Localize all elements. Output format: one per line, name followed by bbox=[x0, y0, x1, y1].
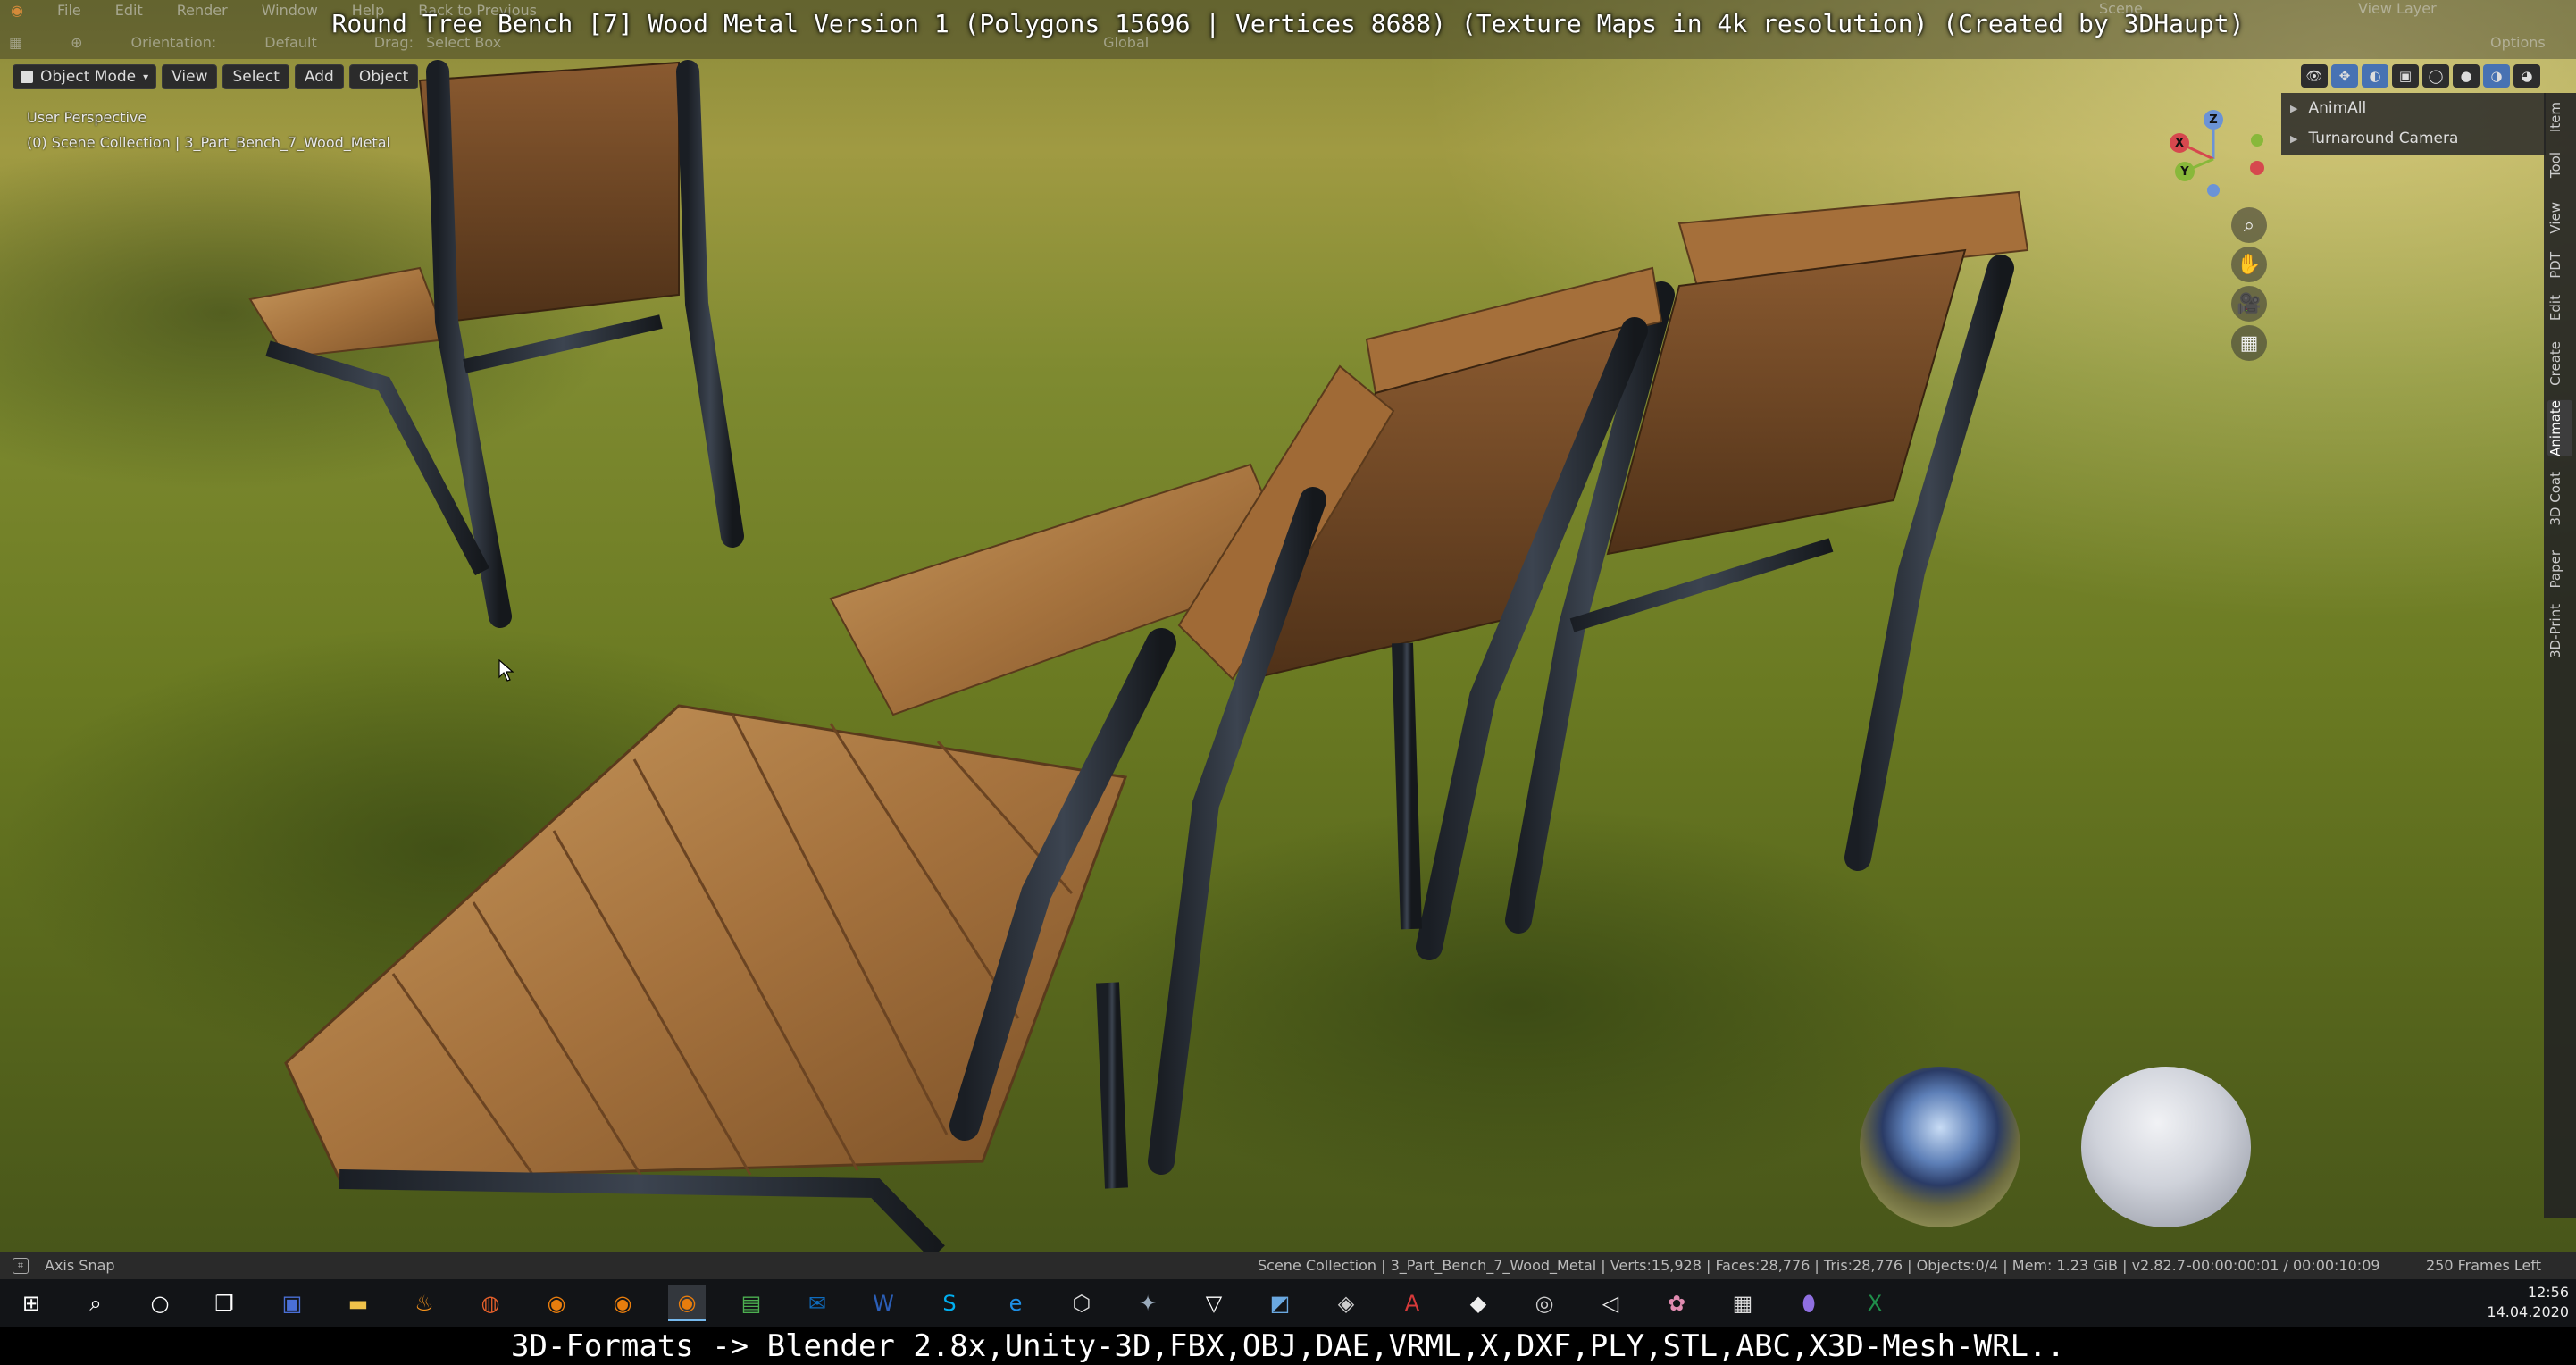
pan-hand-icon[interactable]: ✋ bbox=[2231, 247, 2267, 282]
object-mode-icon bbox=[21, 71, 33, 83]
select-menu[interactable]: Select bbox=[222, 64, 289, 89]
obs-icon[interactable]: ◎ bbox=[1526, 1285, 1563, 1321]
tab-tool[interactable]: Tool bbox=[2547, 152, 2572, 178]
perspective-label: User Perspective bbox=[27, 109, 147, 126]
search-icon[interactable]: ⌕ bbox=[77, 1285, 114, 1321]
mouse-cursor bbox=[498, 658, 514, 686]
scene-statistics: Scene Collection | 3_Part_Bench_7_Wood_M… bbox=[1258, 1257, 2186, 1274]
sidebar-tabs: Item Tool View PDT Edit Create Animate 3… bbox=[2544, 93, 2576, 1218]
viewport-header: Object Mode ▾ View Select Add Object bbox=[13, 64, 419, 89]
cube-app-icon[interactable]: ◈ bbox=[1327, 1285, 1365, 1321]
skype-icon[interactable]: S bbox=[931, 1285, 968, 1321]
xray-toggle-icon[interactable]: ▣ bbox=[2392, 64, 2419, 88]
file-explorer-icon[interactable]: ▬ bbox=[339, 1285, 377, 1321]
gizmo-toggle-icon[interactable]: ✥ bbox=[2331, 64, 2358, 88]
view-menu[interactable]: View bbox=[162, 64, 218, 89]
acrobat-icon[interactable]: A bbox=[1393, 1285, 1431, 1321]
z-axis-handle[interactable]: Z bbox=[2204, 110, 2223, 130]
windows-start-icon[interactable]: ⊞ bbox=[13, 1285, 50, 1321]
clock-date: 14.04.2020 bbox=[2487, 1303, 2569, 1320]
tab-view[interactable]: View bbox=[2547, 202, 2572, 234]
firefox-icon[interactable]: ◍ bbox=[472, 1285, 509, 1321]
outliner-panel: ▶ AnimAll ▶ Turnaround Camera bbox=[2281, 93, 2546, 155]
tab-edit[interactable]: Edit bbox=[2547, 295, 2572, 321]
visibility-icon[interactable]: 👁 bbox=[2301, 64, 2328, 88]
paint-icon[interactable]: ✿ bbox=[1658, 1285, 1695, 1321]
y-axis-handle[interactable]: Y bbox=[2175, 162, 2195, 181]
save-icon[interactable]: ▣ bbox=[273, 1285, 311, 1321]
hdri-chrome-sphere bbox=[1860, 1067, 2020, 1227]
outliner-item-label: Turnaround Camera bbox=[2308, 130, 2459, 147]
perspective-grid-icon[interactable]: ▦ bbox=[2231, 325, 2267, 361]
task-view-icon[interactable]: ❐ bbox=[205, 1285, 243, 1321]
tab-create[interactable]: Create bbox=[2547, 341, 2572, 386]
flame-app-icon[interactable]: ♨ bbox=[406, 1285, 443, 1321]
mode-dropdown[interactable]: Object Mode ▾ bbox=[13, 64, 157, 89]
neg-y-axis-handle[interactable] bbox=[2251, 134, 2263, 147]
timecode: -00:00:00:01 / 00:00:10:09 bbox=[2187, 1257, 2380, 1274]
system-clock[interactable]: 12:56 14.04.2020 bbox=[2480, 1283, 2569, 1322]
collection-info: (0) Scene Collection | 3_Part_Bench_7_Wo… bbox=[27, 134, 390, 151]
neg-z-axis-handle[interactable] bbox=[2207, 184, 2220, 197]
rendered-shading-icon[interactable]: ◕ bbox=[2513, 64, 2540, 88]
solid-shading-icon[interactable]: ● bbox=[2453, 64, 2480, 88]
frames-left: 250 Frames Left bbox=[2426, 1257, 2541, 1274]
status-bar: ⌗ Axis Snap Scene Collection | 3_Part_Be… bbox=[0, 1252, 2576, 1279]
add-menu[interactable]: Add bbox=[294, 64, 344, 89]
photo-app-icon[interactable]: ◩ bbox=[1261, 1285, 1299, 1321]
snap-icon: ⌗ bbox=[13, 1258, 29, 1274]
maps-icon[interactable]: ⬮ bbox=[1790, 1285, 1827, 1321]
material-shading-icon[interactable]: ◑ bbox=[2483, 64, 2510, 88]
axis-snap-label: Axis Snap bbox=[45, 1257, 115, 1274]
wireframe-shading-icon[interactable]: ◯ bbox=[2422, 64, 2449, 88]
box-3d-icon[interactable]: ⬡ bbox=[1063, 1285, 1100, 1321]
edge-icon[interactable]: e bbox=[997, 1285, 1034, 1321]
object-menu[interactable]: Object bbox=[348, 64, 419, 89]
x-axis-handle[interactable]: X bbox=[2170, 133, 2189, 153]
outliner-item[interactable]: ▶ Turnaround Camera bbox=[2281, 123, 2546, 154]
vectorworks-icon[interactable]: ▽ bbox=[1195, 1285, 1233, 1321]
chevron-down-icon: ▾ bbox=[143, 71, 149, 83]
viewport-shading-tools: 👁 ✥ ◐ ▣ ◯ ● ◑ ◕ bbox=[2301, 64, 2540, 88]
expand-triangle-icon[interactable]: ▶ bbox=[2290, 103, 2297, 114]
hdri-diffuse-sphere bbox=[2081, 1067, 2251, 1227]
cortana-icon[interactable]: ○ bbox=[141, 1285, 179, 1321]
mode-label: Object Mode bbox=[40, 68, 137, 86]
blender-icon[interactable]: ◉ bbox=[668, 1285, 706, 1321]
neg-x-axis-handle[interactable] bbox=[2250, 161, 2264, 175]
outlook-icon[interactable]: ✉ bbox=[799, 1285, 836, 1321]
calculator-icon[interactable]: ▦ bbox=[1724, 1285, 1761, 1321]
camera-view-icon[interactable]: 🎥 bbox=[2231, 286, 2267, 322]
tab-paper[interactable]: Paper bbox=[2547, 550, 2572, 588]
formats-caption: 3D-Formats -> Blender 2.8x,Unity-3D,FBX,… bbox=[0, 1327, 2576, 1365]
blender-icon[interactable]: ◉ bbox=[538, 1285, 575, 1321]
navigation-gizmo[interactable]: Z X Y bbox=[2158, 105, 2283, 204]
tool-app-icon[interactable]: ✦ bbox=[1129, 1285, 1167, 1321]
unity-hub-icon[interactable]: ◁ bbox=[1592, 1285, 1629, 1321]
clock-time: 12:56 bbox=[2527, 1284, 2569, 1301]
title-overlay: Round Tree Bench [7] Wood Metal Version … bbox=[331, 9, 2245, 38]
outliner-item-label: AnimAll bbox=[2308, 99, 2367, 117]
blender-icon[interactable]: ◉ bbox=[604, 1285, 641, 1321]
viewport-info: User Perspective (0) Scene Collection | … bbox=[27, 105, 390, 155]
tab-item[interactable]: Item bbox=[2547, 102, 2572, 132]
zoom-icon[interactable]: ⌕ bbox=[2231, 207, 2267, 243]
unity-icon[interactable]: ◆ bbox=[1459, 1285, 1497, 1321]
overlay-toggle-icon[interactable]: ◐ bbox=[2362, 64, 2388, 88]
tab-pdt[interactable]: PDT bbox=[2547, 252, 2572, 279]
expand-triangle-icon[interactable]: ▶ bbox=[2290, 133, 2297, 145]
tab-3d-coat[interactable]: 3D Coat bbox=[2547, 472, 2572, 526]
outliner-item[interactable]: ▶ AnimAll bbox=[2281, 93, 2546, 123]
tab-animate[interactable]: Animate bbox=[2547, 400, 2572, 456]
excel-icon[interactable]: X bbox=[1856, 1285, 1894, 1321]
spreadsheet-app-icon[interactable]: ▤ bbox=[732, 1285, 770, 1321]
word-icon[interactable]: W bbox=[865, 1285, 902, 1321]
windows-taskbar: ⊞ ⌕ ○ ❐ ▣ ▬ ♨ ◍ ◉ ◉ ◉ ▤ ✉ W S e ⬡ ✦ ▽ ◩ … bbox=[0, 1279, 2576, 1327]
tab-3d-print[interactable]: 3D-Print bbox=[2547, 604, 2572, 658]
